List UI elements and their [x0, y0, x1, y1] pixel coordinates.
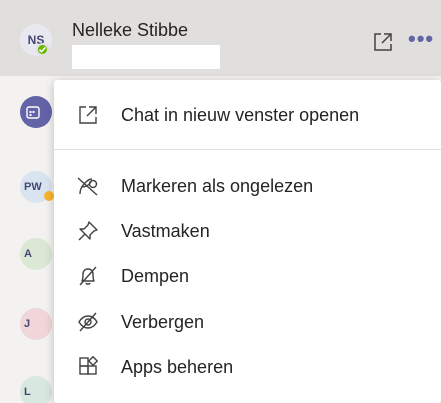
menu-item-pin[interactable]: Vastmaken [54, 211, 441, 251]
menu-item-label: Markeren als ongelezen [121, 175, 314, 196]
menu-item-label: Verbergen [121, 311, 205, 332]
mute-bell-icon [76, 264, 100, 288]
menu-item-label: Vastmaken [121, 220, 210, 241]
popout-icon [76, 103, 100, 127]
away-status-icon [44, 191, 54, 201]
contact-name: Nelleke Stibbe [72, 20, 189, 40]
menu-divider [54, 149, 441, 150]
available-status-icon [36, 43, 49, 56]
calendar-icon [26, 106, 40, 119]
menu-item-manage-apps[interactable]: Apps beheren [54, 347, 441, 387]
manage-apps-icon [76, 355, 100, 379]
menu-item-mark-unread[interactable]: Markeren als ongelezen [54, 166, 441, 206]
chat-avatar-a[interactable]: A [20, 238, 52, 270]
popout-icon[interactable] [373, 32, 393, 52]
menu-item-mute[interactable]: Dempen [54, 256, 441, 296]
calendar-chat-avatar[interactable] [20, 96, 52, 128]
chat-header-row[interactable]: NS Nelleke Stibbe ••• [0, 0, 441, 76]
mark-unread-icon [76, 174, 100, 198]
menu-item-label: Dempen [121, 265, 190, 286]
menu-item-open-new-window[interactable]: Chat in nieuw venster openen [54, 95, 441, 135]
chat-context-menu: Chat in nieuw venster openen Markeren al… [54, 80, 441, 403]
hide-icon [76, 310, 100, 334]
menu-item-label: Apps beheren [121, 356, 234, 377]
message-preview [72, 45, 220, 69]
menu-item-label: Chat in nieuw venster openen [121, 104, 360, 125]
chat-avatar-j[interactable]: J [20, 308, 52, 340]
chat-avatar-l[interactable]: L [20, 376, 52, 403]
pin-icon [76, 219, 100, 243]
more-options-icon[interactable]: ••• [408, 28, 438, 50]
menu-item-hide[interactable]: Verbergen [54, 302, 441, 342]
